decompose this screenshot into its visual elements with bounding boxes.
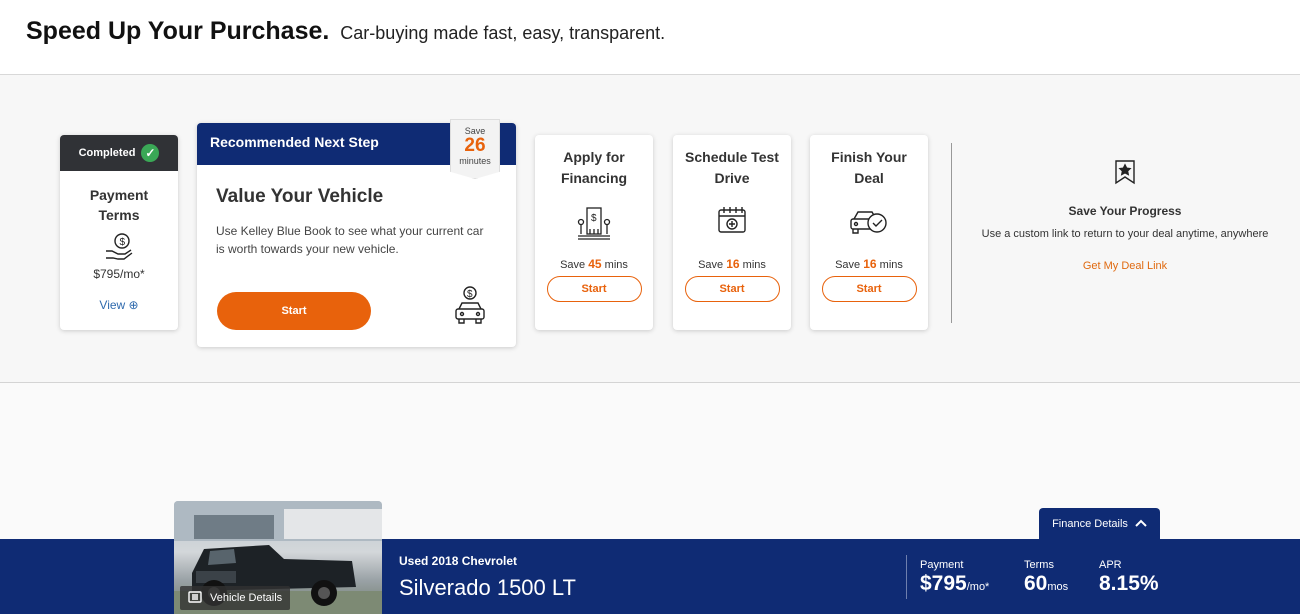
chevron-up-icon: [1135, 518, 1147, 530]
save-value: 16: [863, 257, 877, 271]
bar-divider: [906, 555, 907, 599]
apply-financing-start-button[interactable]: Start: [546, 276, 642, 302]
value-vehicle-start-button[interactable]: Start: [217, 292, 371, 330]
car-check-icon: [810, 205, 928, 241]
payment-unit: /mo*: [966, 581, 990, 593]
page-title-main: Speed Up Your Purchase.: [26, 17, 330, 45]
save-unit: mins: [742, 259, 766, 271]
finish-deal-card: Finish Your Deal Save 16 mins Start: [810, 135, 928, 330]
bookmark-star-icon: [975, 159, 1275, 190]
purchase-steps: Completed ✓ Payment Terms $ $795/mo* Vie…: [0, 75, 1300, 383]
schedule-test-drive-title: Schedule Test Drive: [685, 149, 779, 186]
vehicle-name: Silverado 1500 LT: [399, 575, 576, 600]
schedule-test-drive-save: Save 16 mins: [673, 257, 791, 271]
payment-label: Payment: [920, 559, 964, 571]
page-title: Speed Up Your Purchase. Car-buying made …: [26, 17, 665, 46]
finance-details-label: Finance Details: [1052, 518, 1128, 530]
finish-deal-save: Save 16 mins: [810, 257, 928, 271]
vehicle-photo[interactable]: Vehicle Details: [174, 501, 382, 614]
view-payment-link[interactable]: View ⊕: [60, 298, 178, 312]
save-value: 45: [588, 257, 602, 271]
apply-financing-save: Save 45 mins: [535, 257, 653, 271]
terms-stat: Terms 60mos: [1024, 559, 1068, 596]
save-unit: mins: [604, 259, 628, 271]
apr-value: 8.15%: [1099, 572, 1159, 595]
checkmark-icon: ✓: [141, 144, 160, 162]
save-unit: mins: [879, 259, 903, 271]
schedule-test-drive-card: Schedule Test Drive Save 16 mins Start: [673, 135, 791, 330]
finish-deal-start-button[interactable]: Start: [821, 276, 917, 302]
svg-text:$: $: [591, 213, 597, 224]
terms-unit: mos: [1047, 581, 1069, 593]
calendar-icon: [673, 205, 791, 241]
section-divider: [951, 143, 952, 323]
apr-stat: APR 8.15%: [1099, 559, 1159, 596]
apply-financing-title: Apply for Financing: [560, 149, 628, 186]
payment-terms-card: Completed ✓ Payment Terms $ $795/mo* Vie…: [60, 135, 178, 330]
list-icon: [188, 590, 202, 606]
apply-financing-card: Apply for Financing $ Save 45 mins Start: [535, 135, 653, 330]
svg-text:$: $: [120, 237, 126, 248]
hand-money-icon: $: [60, 231, 178, 261]
save-prefix: Save: [698, 259, 724, 271]
recommended-step-card: Recommended Next Step Save 26 minutes Va…: [197, 119, 516, 347]
payment-terms-title: Payment Terms: [89, 187, 149, 223]
payment-stat: Payment $795/mo*: [920, 559, 989, 596]
completed-badge: Completed ✓: [60, 135, 178, 171]
schedule-test-drive-start-button[interactable]: Start: [684, 276, 780, 302]
page-header: Speed Up Your Purchase. Car-buying made …: [0, 0, 1300, 75]
vehicle-details-button[interactable]: Vehicle Details: [180, 586, 291, 610]
save-progress-section: Save Your Progress Use a custom link to …: [975, 159, 1275, 272]
save-value: 16: [726, 257, 740, 271]
apr-label: APR: [1099, 559, 1122, 571]
vehicle-condition: Used 2018 Chevrolet: [399, 554, 518, 568]
payment-value: $795/mo*: [920, 572, 989, 596]
vehicle-details-label: Vehicle Details: [210, 592, 283, 604]
save-progress-description: Use a custom link to return to your deal…: [981, 228, 1269, 240]
finance-details-toggle[interactable]: Finance Details: [1039, 508, 1160, 540]
finish-deal-title: Finish Your Deal: [831, 149, 907, 186]
car-value-icon: $: [453, 285, 487, 332]
page-subtitle: Car-buying made fast, easy, transparent.: [340, 23, 666, 43]
get-deal-link[interactable]: Get My Deal Link: [975, 260, 1275, 272]
payment-amount: $795/mo*: [93, 267, 145, 281]
bank-icon: $: [535, 205, 653, 241]
save-prefix: Save: [560, 259, 586, 271]
svg-text:$: $: [467, 289, 473, 300]
payment-amount-value: $795: [920, 572, 967, 595]
terms-value: 60mos: [1024, 572, 1068, 596]
save-prefix: Save: [835, 259, 861, 271]
value-vehicle-description: Use Kelley Blue Book to see what your cu…: [216, 224, 484, 256]
save-progress-title: Save Your Progress: [1068, 204, 1182, 218]
save-time-badge: Save 26 minutes: [450, 119, 500, 179]
completed-label: Completed: [78, 147, 136, 159]
value-vehicle-title: Value Your Vehicle: [216, 186, 384, 207]
save-value: 26: [464, 135, 486, 156]
terms-label: Terms: [1024, 559, 1054, 571]
save-unit: minutes: [459, 156, 491, 166]
terms-amount-value: 60: [1024, 572, 1048, 595]
